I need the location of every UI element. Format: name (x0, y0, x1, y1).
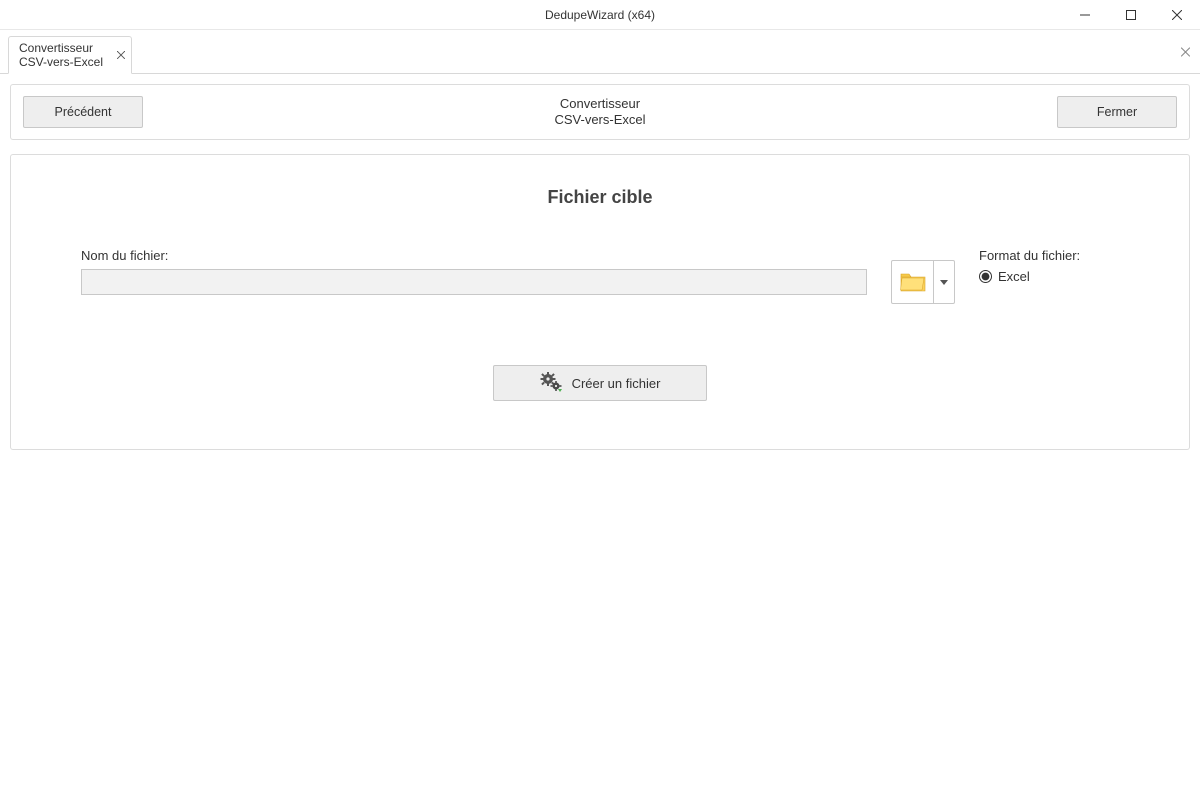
back-button-label: Précédent (55, 105, 112, 119)
close-icon (1172, 10, 1182, 20)
tab-strip: Convertisseur CSV-vers-Excel (0, 30, 1200, 74)
back-button[interactable]: Précédent (23, 96, 143, 128)
header-title: Convertisseur CSV-vers-Excel (143, 96, 1057, 128)
close-icon (117, 51, 125, 59)
header-panel: Précédent Convertisseur CSV-vers-Excel F… (10, 84, 1190, 140)
tab-label-line2: CSV-vers-Excel (19, 55, 103, 69)
close-panel-button[interactable]: Fermer (1057, 96, 1177, 128)
format-radio-excel[interactable] (979, 270, 992, 283)
browse-button[interactable] (892, 261, 934, 303)
create-row: Créer un fichier (81, 365, 1119, 401)
section-title: Fichier cible (81, 187, 1119, 208)
tabstrip-close-button[interactable] (1181, 44, 1190, 59)
format-radio-excel-label: Excel (998, 269, 1030, 284)
folder-icon (900, 271, 926, 293)
chevron-down-icon (940, 280, 948, 285)
create-file-button-label: Créer un fichier (572, 376, 661, 391)
tab-convertisseur[interactable]: Convertisseur CSV-vers-Excel (8, 36, 132, 74)
filename-input[interactable] (81, 269, 867, 295)
window-controls (1062, 0, 1200, 29)
format-radio-excel-row: Excel (979, 269, 1119, 284)
target-file-panel: Fichier cible Nom du fichier: (10, 154, 1190, 450)
filename-label: Nom du fichier: (81, 248, 867, 263)
format-label: Format du fichier: (979, 248, 1119, 263)
header-title-line2: CSV-vers-Excel (143, 112, 1057, 128)
browse-group (891, 260, 955, 304)
file-row: Nom du fichier: Format du fichier: (81, 248, 1119, 295)
maximize-button[interactable] (1108, 0, 1154, 29)
format-column: Format du fichier: Excel (979, 248, 1119, 284)
header-title-line1: Convertisseur (143, 96, 1057, 112)
close-icon (1181, 47, 1190, 56)
create-file-button[interactable]: Créer un fichier (493, 365, 707, 401)
gears-icon (540, 372, 562, 395)
tab-label-line1: Convertisseur (19, 41, 103, 55)
maximize-icon (1126, 10, 1136, 20)
filename-column: Nom du fichier: (81, 248, 867, 295)
browse-dropdown-button[interactable] (934, 261, 954, 303)
title-bar: DedupeWizard (x64) (0, 0, 1200, 30)
close-window-button[interactable] (1154, 0, 1200, 29)
close-panel-button-label: Fermer (1097, 105, 1137, 119)
window-title: DedupeWizard (x64) (545, 8, 655, 22)
content-area: Précédent Convertisseur CSV-vers-Excel F… (0, 74, 1200, 460)
minimize-icon (1080, 10, 1090, 20)
minimize-button[interactable] (1062, 0, 1108, 29)
tab-close-button[interactable] (117, 48, 125, 62)
